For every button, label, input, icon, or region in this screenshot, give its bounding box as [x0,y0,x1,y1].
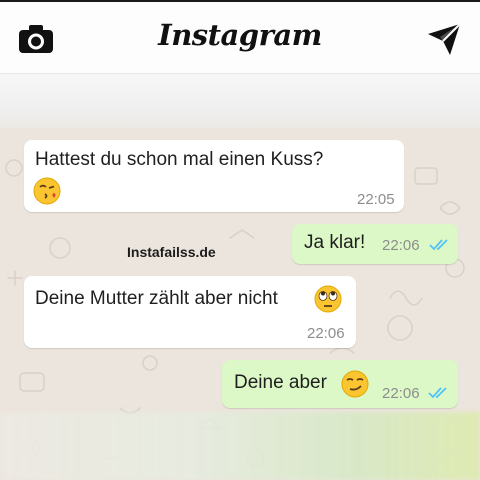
message-text: Deine Mutter zählt aber nicht [35,288,278,309]
direct-send-icon[interactable] [426,22,462,56]
header-gap [0,74,480,136]
smirking-face-icon [341,370,369,398]
read-receipt-icon [428,387,447,399]
message-timestamp: 22:06 [382,385,420,402]
message-bubble-incoming[interactable]: Hattest du schon mal einen Kuss? 22:05 [24,140,404,212]
bottom-blur-strip [0,412,480,480]
message-text: Deine aber [234,372,327,393]
read-receipt-icon [429,239,448,251]
message-text: Hattest du schon mal einen Kuss? [35,149,324,170]
message-text: Ja klar! [304,232,366,253]
watermark: Instafailss.de [127,244,216,260]
app-title: Instagram [158,18,322,52]
message-bubble-incoming[interactable]: Deine Mutter zählt aber nicht 22:06 [24,276,356,348]
message-timestamp: 22:05 [357,191,395,208]
message-timestamp: 22:06 [307,325,345,342]
message-timestamp: 22:06 [382,237,420,254]
instagram-header: Instagram [0,0,480,74]
message-bubble-outgoing[interactable]: Ja klar! 22:06 [292,224,458,264]
message-bubble-outgoing[interactable]: Deine aber 22:06 [222,360,458,408]
face-blowing-kiss-icon [33,177,61,205]
face-with-rolling-eyes-icon [314,285,342,313]
